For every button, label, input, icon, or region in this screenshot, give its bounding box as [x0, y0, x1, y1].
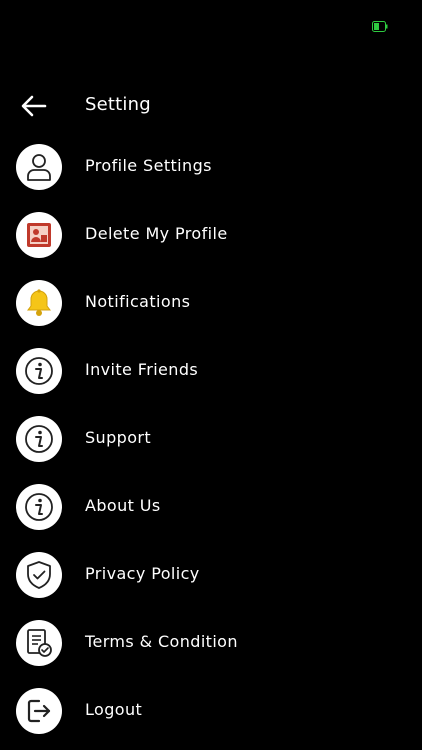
- menu-item-label: Terms & Condition: [85, 632, 238, 651]
- info-icon: [16, 416, 62, 462]
- shield-check-icon: [16, 552, 62, 598]
- delete-profile-icon: [16, 212, 62, 258]
- menu-item-invite-friends[interactable]: Invite Friends: [0, 342, 422, 402]
- document-check-icon: [16, 620, 62, 666]
- user-icon: [16, 144, 62, 190]
- menu-item-notifications[interactable]: Notifications: [0, 274, 422, 334]
- back-button[interactable]: [18, 90, 50, 122]
- logout-icon: [16, 688, 62, 734]
- menu-item-label: Logout: [85, 700, 143, 719]
- info-icon: [16, 484, 62, 530]
- bell-icon: [16, 280, 62, 326]
- menu-item-label: Profile Settings: [85, 156, 212, 175]
- info-icon: [16, 348, 62, 394]
- menu-item-profile-settings[interactable]: Profile Settings: [0, 138, 422, 198]
- menu-item-label: Delete My Profile: [85, 224, 228, 243]
- status-bar: [0, 0, 422, 50]
- battery-icon: [372, 21, 388, 32]
- menu-item-about-us[interactable]: About Us: [0, 478, 422, 538]
- arrow-left-icon: [21, 95, 47, 117]
- menu-item-support[interactable]: Support: [0, 410, 422, 470]
- menu-item-delete-profile[interactable]: Delete My Profile: [0, 206, 422, 266]
- menu-item-privacy-policy[interactable]: Privacy Policy: [0, 546, 422, 606]
- menu-item-logout[interactable]: Logout: [0, 682, 422, 742]
- menu-item-label: Privacy Policy: [85, 564, 200, 583]
- menu-item-label: Notifications: [85, 292, 191, 311]
- menu-item-label: Support: [85, 428, 152, 447]
- page-title: Setting: [85, 94, 151, 115]
- header: Setting: [0, 86, 422, 126]
- menu-item-label: About Us: [85, 496, 161, 515]
- menu-item-terms-condition[interactable]: Terms & Condition: [0, 614, 422, 674]
- menu-item-label: Invite Friends: [85, 360, 199, 379]
